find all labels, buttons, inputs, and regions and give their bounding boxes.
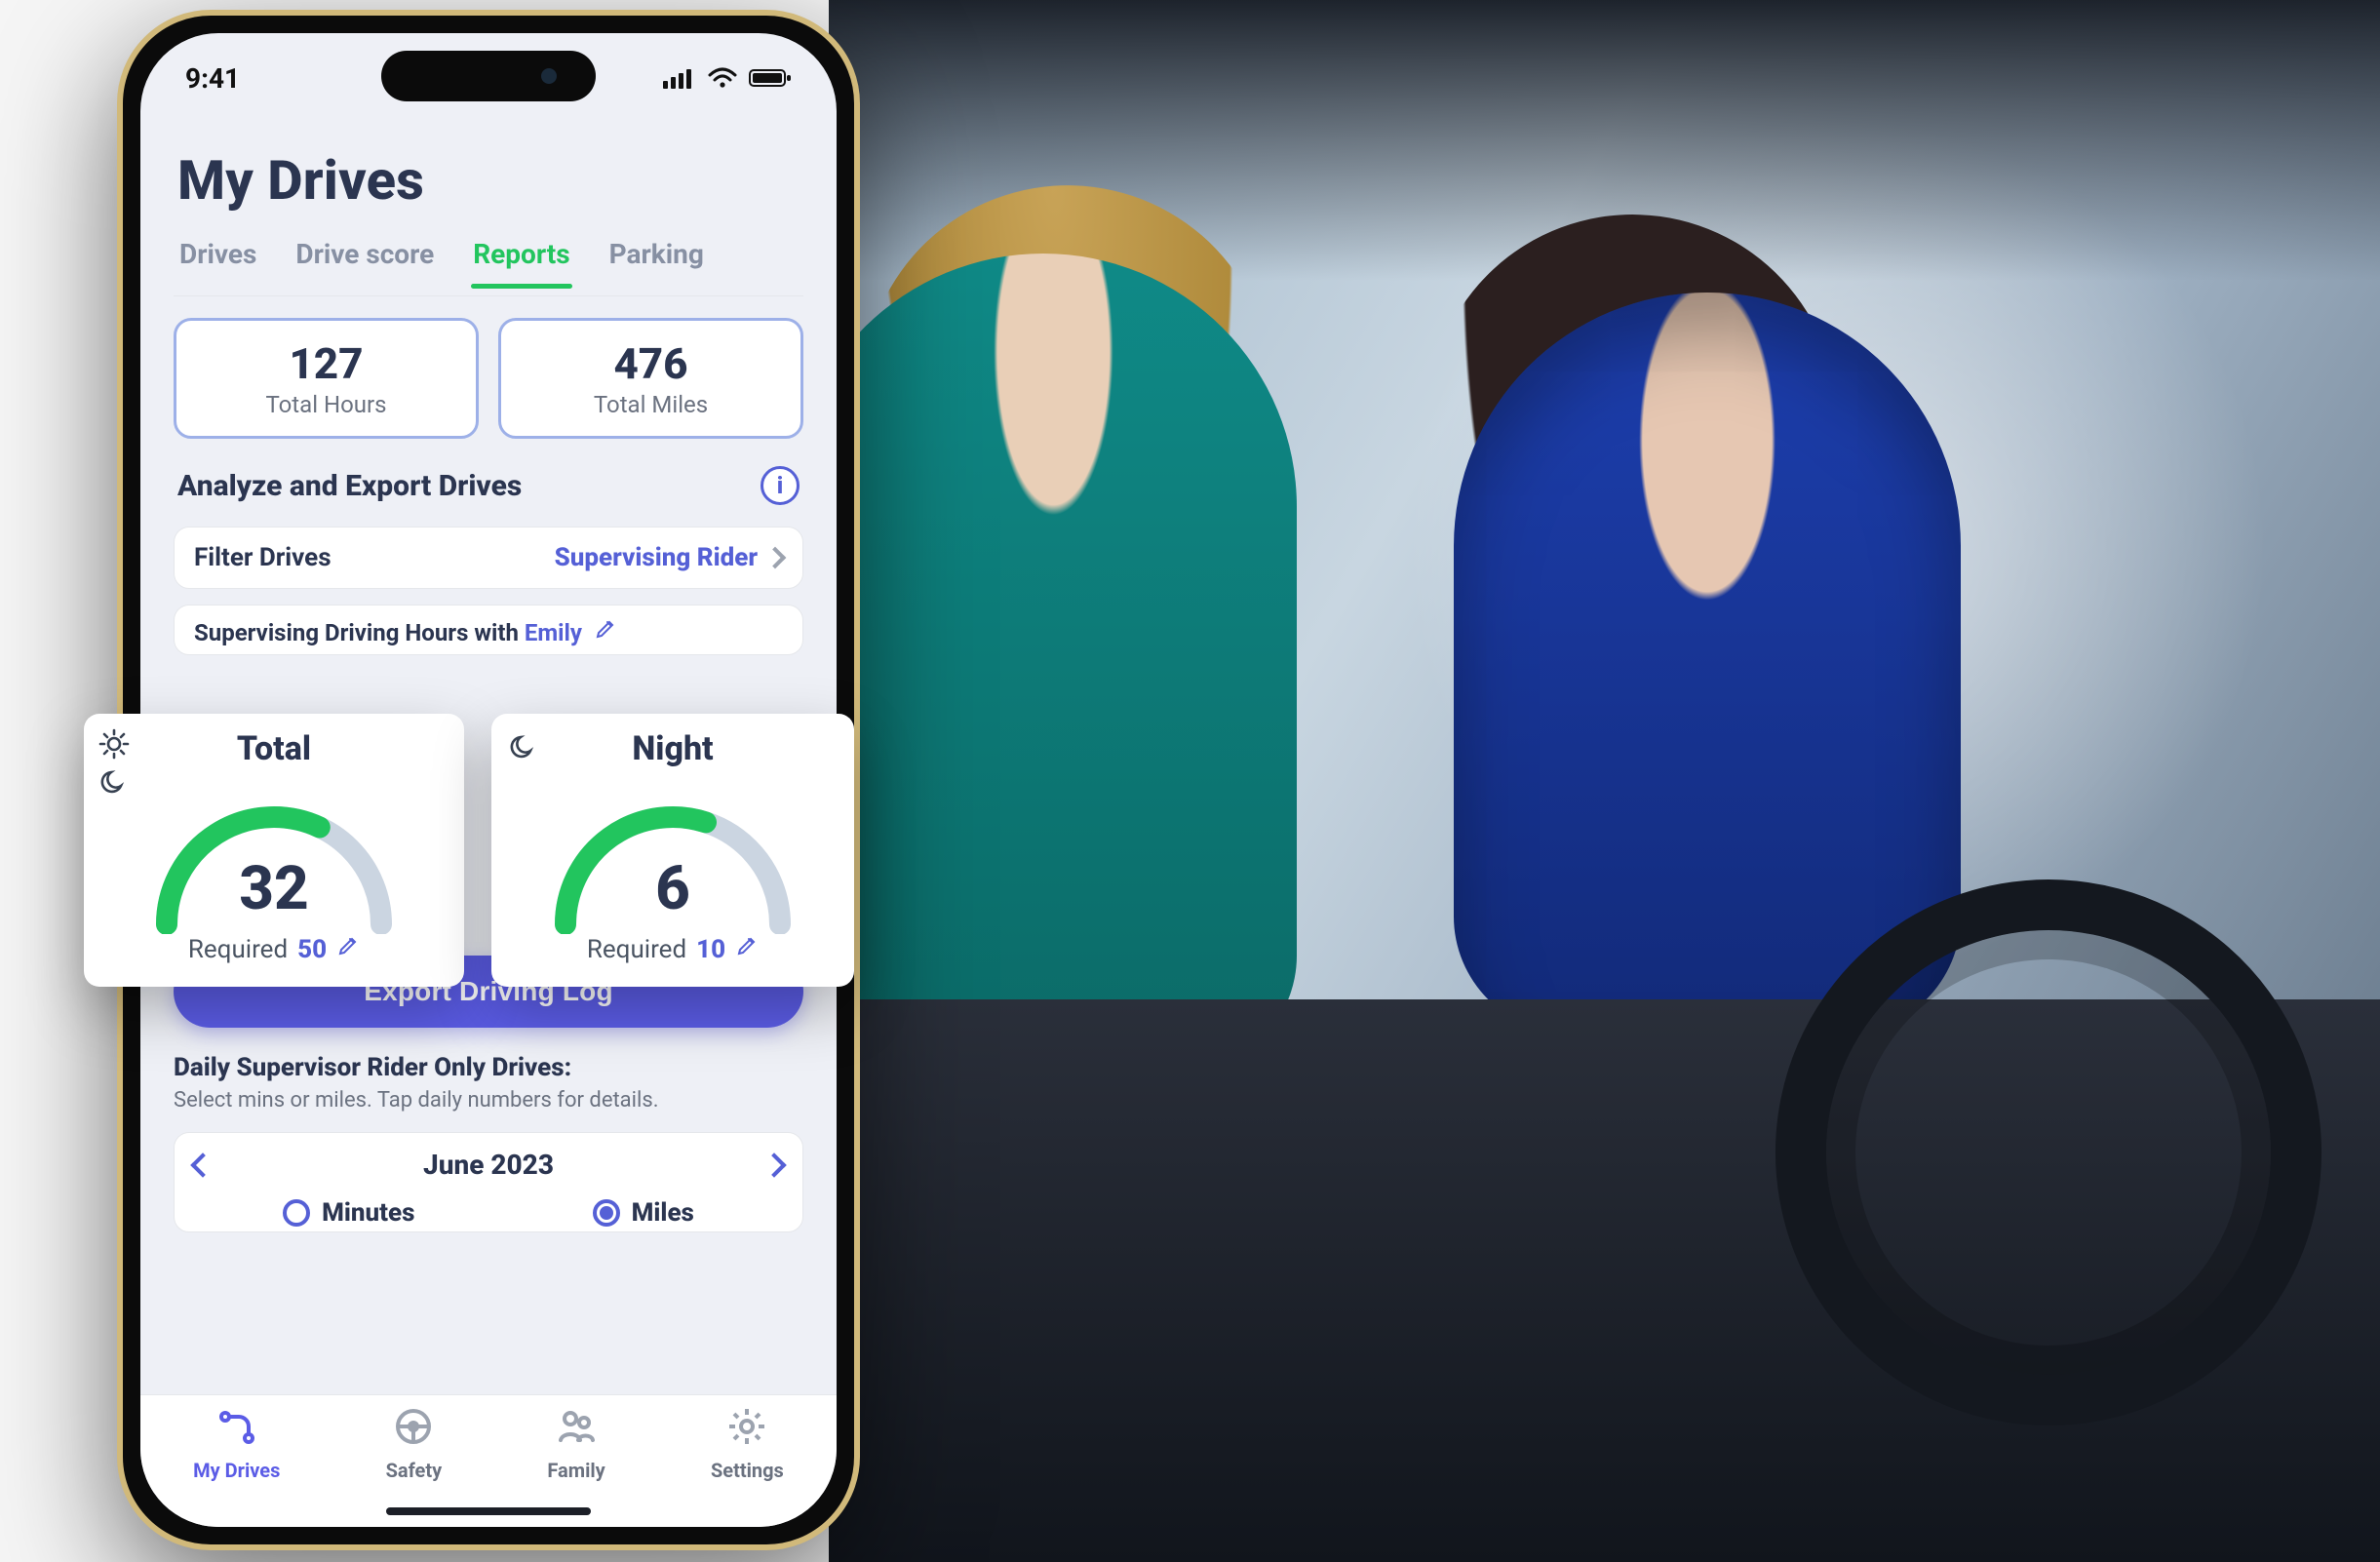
moon-icon	[507, 731, 540, 768]
gauge-total-required: 50	[297, 935, 327, 964]
daily-title: Daily Supervisor Rider Only Drives:	[174, 1053, 803, 1082]
supervising-name: Emily	[525, 619, 582, 646]
bottom-tab-bar: My Drives Safety Family	[140, 1394, 837, 1527]
supervising-hours-row[interactable]: Supervising Driving Hours with Emily	[174, 605, 803, 655]
edit-icon[interactable]	[594, 619, 617, 646]
tab-my-drives-label: My Drives	[193, 1459, 280, 1482]
family-icon	[555, 1405, 598, 1453]
filter-label: Filter Drives	[194, 543, 332, 572]
dynamic-island	[381, 51, 596, 101]
gauge-total-value: 32	[147, 853, 401, 924]
tab-family-label: Family	[547, 1459, 605, 1482]
gauge-night-title: Night	[509, 729, 837, 768]
month-next-button[interactable]	[761, 1152, 786, 1177]
chevron-right-icon	[764, 547, 787, 569]
tab-safety[interactable]: Safety	[386, 1405, 443, 1482]
gauge-night-required-label: Required	[587, 935, 686, 964]
month-card: June 2023 Minutes Miles	[174, 1132, 803, 1232]
home-indicator	[386, 1507, 591, 1515]
status-time: 9:41	[185, 62, 240, 95]
month-prev-button[interactable]	[190, 1152, 215, 1177]
summary-total-miles-value: 476	[511, 338, 791, 389]
analyze-heading: Analyze and Export Drives	[177, 469, 522, 503]
summary-total-hours-label: Total Hours	[186, 391, 466, 418]
radio-filled-icon	[593, 1199, 620, 1227]
route-icon	[215, 1405, 258, 1453]
tab-settings-label: Settings	[711, 1459, 784, 1482]
tab-parking[interactable]: Parking	[607, 228, 706, 288]
tab-reports[interactable]: Reports	[471, 228, 571, 288]
gauge-night-required: 10	[696, 935, 725, 964]
tab-family[interactable]: Family	[547, 1405, 605, 1482]
radio-unfilled-icon	[283, 1199, 310, 1227]
tab-safety-label: Safety	[386, 1459, 443, 1482]
gauge-total: 32	[147, 798, 401, 934]
cellular-icon	[663, 67, 696, 89]
summary-total-hours-value: 127	[186, 338, 466, 389]
gauge-card-night: Night 6 Required 10	[491, 714, 854, 987]
tab-drives[interactable]: Drives	[177, 228, 258, 288]
filter-drives-row[interactable]: Filter Drives Supervising Rider	[174, 527, 803, 589]
filter-value: Supervising Rider	[555, 543, 758, 572]
segment-minutes-label: Minutes	[322, 1198, 414, 1228]
top-tabs: Drives Drive score Reports Parking	[174, 228, 803, 296]
supervising-prefix: Supervising Driving Hours with	[194, 619, 525, 646]
steering-wheel-icon	[392, 1405, 435, 1453]
analyze-info-button[interactable]: i	[761, 466, 800, 505]
wifi-icon	[708, 67, 737, 89]
summary-total-hours[interactable]: 127 Total Hours	[174, 318, 479, 439]
gear-icon	[725, 1405, 768, 1453]
daily-subtitle: Select mins or miles. Tap daily numbers …	[174, 1088, 803, 1113]
edit-required-total[interactable]	[336, 934, 360, 964]
summary-total-miles-label: Total Miles	[511, 391, 791, 418]
tab-score[interactable]: Drive score	[293, 228, 436, 288]
segment-minutes[interactable]: Minutes	[283, 1198, 414, 1228]
tab-settings[interactable]: Settings	[711, 1405, 784, 1482]
gauge-total-required-label: Required	[188, 935, 288, 964]
gauge-night-value: 6	[546, 853, 800, 924]
info-icon: i	[777, 472, 783, 499]
summary-total-miles[interactable]: 476 Total Miles	[498, 318, 803, 439]
edit-required-night[interactable]	[735, 934, 759, 964]
page-title: My Drives	[177, 148, 800, 213]
battery-icon	[749, 67, 792, 89]
background-photo	[829, 0, 2380, 1562]
tab-my-drives[interactable]: My Drives	[193, 1405, 280, 1482]
gauge-card-total: Total 32 Required 50	[84, 714, 464, 987]
gauge-night: 6	[546, 798, 800, 934]
gauge-total-title: Total	[101, 729, 447, 768]
segment-miles[interactable]: Miles	[593, 1198, 694, 1228]
segment-miles-label: Miles	[632, 1198, 694, 1228]
month-label: June 2023	[423, 1149, 554, 1181]
